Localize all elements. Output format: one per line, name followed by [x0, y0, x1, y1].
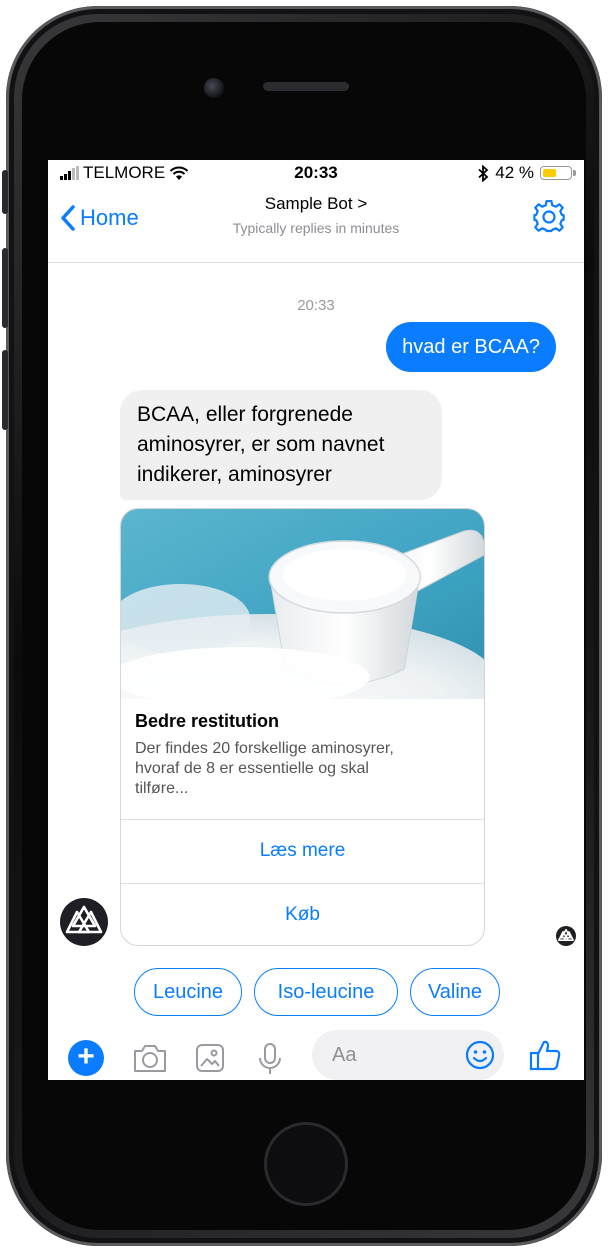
battery-icon [540, 166, 576, 180]
quick-reply-leucine[interactable]: Leucine [134, 968, 242, 1016]
card-subtitle-line: Der findes 20 forskellige aminosyrer, [135, 740, 394, 757]
bot-avatar[interactable] [60, 898, 108, 946]
mute-switch [2, 170, 8, 214]
buy-button[interactable]: Køb [121, 883, 484, 945]
volume-down-button [2, 350, 8, 430]
bluetooth-icon [478, 164, 489, 182]
smile-icon[interactable] [464, 1039, 496, 1071]
messenger-screen: TELMORE 20:33 42 % Home Sample Bot > Typ… [48, 160, 584, 1080]
quick-reply-iso-leucine[interactable]: Iso-leucine [254, 968, 398, 1016]
bot-message-line: aminosyrer, er som navnet [137, 433, 385, 456]
card-subtitle: Der findes 20 forskellige aminosyrer, hv… [135, 739, 475, 799]
battery-percent: 42 % [495, 163, 534, 182]
status-right-group: 42 % [477, 163, 576, 183]
image-icon[interactable] [194, 1042, 226, 1074]
settings-button[interactable] [532, 199, 566, 239]
gear-icon [533, 199, 565, 233]
card-subtitle-line: tilføre... [135, 780, 189, 797]
thumbs-up-icon[interactable] [528, 1038, 562, 1072]
read-more-button[interactable]: Læs mere [121, 819, 484, 882]
status-bar: TELMORE 20:33 42 % [48, 160, 584, 188]
card-image-powder-scoop[interactable] [121, 509, 484, 699]
message-placeholder: Aa [332, 1044, 357, 1066]
battery-fill [543, 169, 556, 177]
card-subtitle-line: hvoraf de 8 er essentielle og skal [135, 760, 369, 777]
camera-icon[interactable] [132, 1042, 168, 1074]
incoming-message-bubble[interactable]: BCAA, eller forgrenede aminosyrer, er so… [120, 390, 442, 500]
valknut-logo-icon [65, 905, 103, 934]
conversation-header: Home Sample Bot > Typically replies in m… [48, 188, 584, 263]
generic-template-card: Bedre restitution Der findes 20 forskell… [120, 508, 485, 946]
valknut-logo-icon [558, 928, 574, 941]
earpiece-speaker [263, 82, 349, 91]
plus-icon: + [77, 1040, 95, 1073]
message-timestamp: 20:33 [297, 297, 335, 314]
seen-indicator-avatar [556, 926, 576, 946]
message-composer: + Aa [48, 1030, 584, 1080]
front-camera [204, 78, 224, 98]
quick-reply-valine[interactable]: Valine [410, 968, 500, 1016]
home-button[interactable] [264, 1122, 348, 1206]
volume-up-button [2, 248, 8, 328]
microphone-icon[interactable] [256, 1042, 284, 1076]
message-input[interactable]: Aa [312, 1030, 504, 1080]
bot-message-line: indikerer, aminosyrer [137, 463, 332, 486]
card-title: Bedre restitution [135, 711, 280, 731]
outgoing-message-bubble[interactable]: hvad er BCAA? [386, 322, 556, 372]
response-time: Typically replies in minutes [232, 220, 400, 236]
more-actions-button[interactable]: + [68, 1040, 104, 1076]
bot-message-line: BCAA, eller forgrenede [137, 403, 353, 426]
bot-name[interactable]: Sample Bot > [48, 194, 584, 214]
